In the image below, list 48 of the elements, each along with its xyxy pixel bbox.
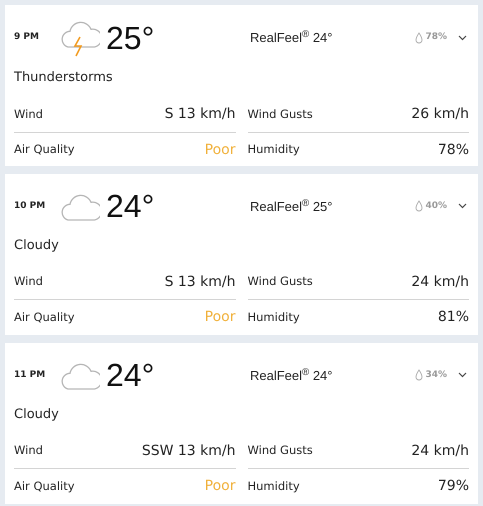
detail-label: Wind [14,273,43,290]
realfeel-text: RealFeel$^{®}$ 25° [250,196,332,216]
hourly-card[interactable]: 10 PM 24° RealFeel$^{®}$ 25° 40% Cloudy Wind S 13 km/h Wind Gusts 24 km/h Air Quality Poor Humidity 81% [5,174,478,335]
condition-text: Cloudy [14,236,60,254]
detail-value: 81% [438,308,469,327]
detail-value: 26 km/h [411,105,469,124]
detail-value: 24 km/h [411,272,469,292]
temperature: 25° [106,22,156,54]
detail-value: 79% [438,477,469,496]
raindrop-icon [415,200,424,212]
hourly-card[interactable]: 9 PM 25° RealFeel$^{®}$ 24° 78% Thunderstorms Wind S 13 km/h Wind Gusts 26 km/h Air Quality Poor Humidity 78% [5,5,478,166]
condition-text: Cloudy [14,406,60,424]
chevron-icon [458,35,466,41]
detail-value: Poor [204,308,236,327]
detail-label: Air Quality [14,308,75,326]
detail-label: Wind [14,442,43,460]
detail-value: S 13 km/h [164,272,236,292]
precipitation-text: 34% [425,368,447,382]
temperature: 24° [106,359,156,392]
chevron-icon [458,372,466,378]
raindrop-icon [415,369,424,382]
realfeel-text: RealFeel$^{®}$ 24° [250,28,332,48]
detail-value: 24 km/h [411,442,469,460]
detail-label: Wind Gusts [248,273,313,290]
detail-label: Wind Gusts [248,106,313,123]
precipitation-text: 40% [425,200,447,212]
condition-text: Thunderstorms [14,69,114,87]
hourly-card[interactable]: 11 PM 24° RealFeel$^{®}$ 24° 34% Cloudy Wind SSW 13 km/h Wind Gusts 24 km/h Air Quality Poor Humidity 79% [5,343,478,504]
temperature: 24° [106,190,156,222]
hour-label: 9 PM [14,31,40,44]
raindrop-icon [415,32,424,44]
detail-label: Air Quality [14,478,75,495]
detail-label: Humidity [248,141,300,158]
precipitation-text: 78% [425,31,447,44]
chevron-icon [458,203,466,210]
detail-value: Poor [204,140,236,160]
detail-label: Humidity [248,308,300,326]
realfeel-text: RealFeel$^{®}$ 24° [250,366,332,384]
hour-label: 10 PM [14,200,46,212]
detail-label: Air Quality [14,141,75,158]
detail-label: Wind [14,106,43,123]
detail-value: S 13 km/h [164,105,236,124]
detail-label: Wind Gusts [248,442,313,460]
detail-value: 78% [438,140,469,160]
detail-value: Poor [204,477,236,496]
hour-label: 11 PM [14,368,46,382]
detail-label: Humidity [248,478,300,495]
detail-value: SSW 13 km/h [142,442,236,460]
